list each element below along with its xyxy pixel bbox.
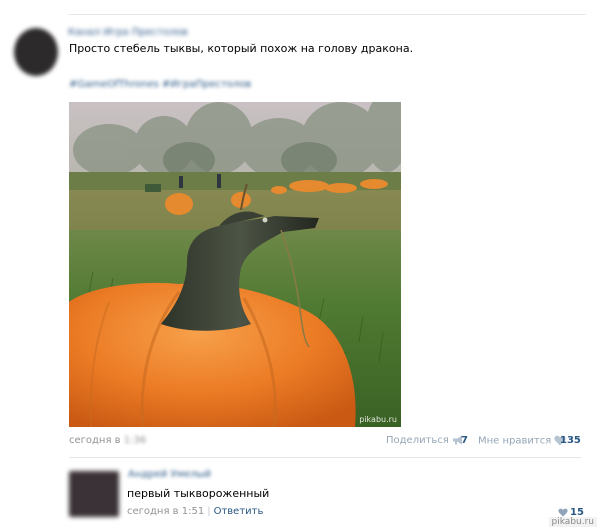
comment-meta-separator: | xyxy=(207,506,211,517)
comment-meta: сегодня в 1:51 | Ответить xyxy=(127,506,263,517)
pumpkin-photo-illustration: pikabu.ru xyxy=(69,102,401,427)
post-text: Просто стебель тыквы, который похож на г… xyxy=(69,42,414,55)
share-count: 7 xyxy=(461,435,468,446)
share-label: Поделиться xyxy=(386,435,449,446)
like-label: Мне нравится xyxy=(478,435,552,447)
post-photo[interactable]: pikabu.ru xyxy=(69,102,401,427)
like-count: 135 xyxy=(560,435,581,446)
comment-text: первый тыквороженный xyxy=(127,487,270,500)
comment-date[interactable]: сегодня в 1:51 xyxy=(127,506,204,517)
post-hashtags[interactable]: #GameOfThrones #ИграПрестолов xyxy=(69,79,251,90)
heart-icon xyxy=(558,508,568,517)
share-button[interactable]: Поделиться xyxy=(386,435,464,446)
comment-author-name[interactable]: Андрей Умелый xyxy=(128,469,211,480)
feed-top-divider xyxy=(68,14,586,15)
post-date-time: 1:36 xyxy=(123,435,147,446)
post-date[interactable]: сегодня в 1:36 xyxy=(69,435,146,446)
comments-divider xyxy=(69,457,581,458)
reply-button[interactable]: Ответить xyxy=(214,506,264,517)
like-button[interactable]: Мне нравится xyxy=(478,435,567,447)
post-author-name[interactable]: Канал Игра Престолов xyxy=(68,27,188,38)
post-actions-row: сегодня в 1:36 Поделиться 7 Мне нравится… xyxy=(69,435,581,449)
post-date-prefix: сегодня в xyxy=(69,435,121,446)
site-watermark: pikabu.ru xyxy=(548,517,597,527)
photo-watermark: pikabu.ru xyxy=(359,415,397,424)
post-author-avatar[interactable] xyxy=(14,28,58,76)
comment-author-avatar[interactable] xyxy=(69,471,119,517)
